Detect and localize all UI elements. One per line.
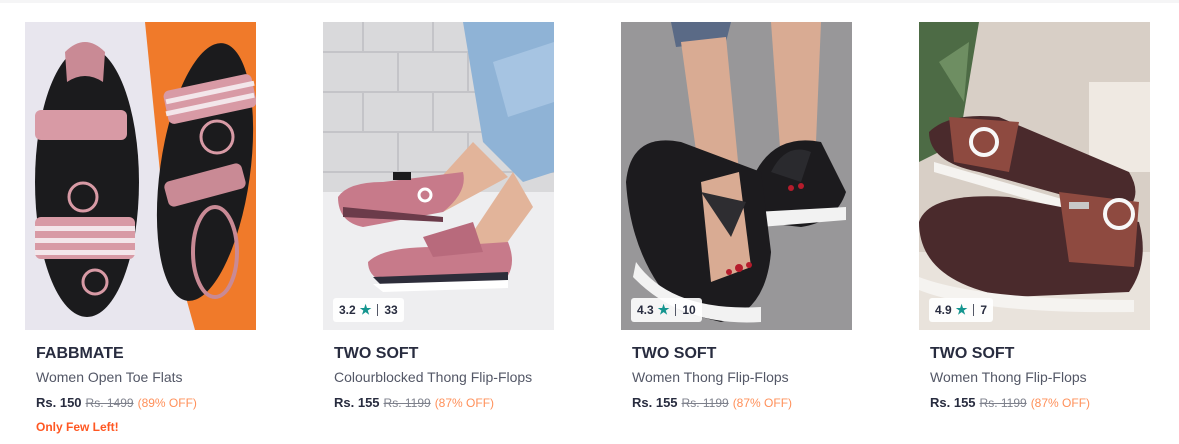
price-row: Rs. 155 Rs. 1199 (87% OFF) (632, 395, 847, 411)
product-image[interactable] (919, 22, 1150, 330)
flip-flop-image (323, 22, 554, 330)
product-price: Rs. 155 (632, 395, 678, 410)
stock-note: Only Few Left! (36, 420, 119, 434)
product-name: Women Thong Flip-Flops (632, 369, 789, 385)
flip-flop-image (919, 22, 1150, 330)
rating-value: 4.3 (637, 303, 654, 317)
sandal-image (25, 22, 256, 330)
product-discount: (87% OFF) (434, 396, 495, 410)
product-discount: (87% OFF) (1030, 396, 1091, 410)
product-brand: FABBMATE (36, 345, 124, 362)
rating-divider (973, 304, 975, 316)
product-card[interactable]: 3.2 ★ 33 TWO SOFT Colourblocked Thong Fl… (323, 22, 554, 444)
product-mrp: Rs. 1199 (383, 396, 431, 410)
product-mrp: Rs. 1199 (681, 396, 729, 410)
rating-value: 3.2 (339, 303, 356, 317)
rating-badge: 3.2 ★ 33 (333, 298, 404, 322)
top-divider (0, 0, 1179, 3)
rating-count: 10 (682, 303, 696, 317)
rating-divider (377, 304, 379, 316)
price-row: Rs. 155 Rs. 1199 (87% OFF) (334, 395, 549, 411)
rating-badge: 4.9 ★ 7 (929, 298, 994, 322)
product-brand: TWO SOFT (632, 345, 717, 362)
price-row: Rs. 155 Rs. 1199 (87% OFF) (930, 395, 1145, 411)
star-icon: ★ (359, 302, 372, 317)
product-mrp: Rs. 1199 (979, 396, 1027, 410)
product-price: Rs. 155 (334, 395, 380, 410)
star-icon: ★ (955, 302, 968, 317)
product-name: Women Open Toe Flats (36, 369, 183, 385)
product-mrp: Rs. 1499 (85, 396, 134, 410)
product-image[interactable] (323, 22, 554, 330)
product-brand: TWO SOFT (334, 345, 419, 362)
product-brand: TWO SOFT (930, 345, 1015, 362)
platform-flip-flop-image (621, 22, 852, 330)
product-card[interactable]: 4.3 ★ 10 TWO SOFT Women Thong Flip-Flops… (621, 22, 852, 444)
price-row: Rs. 150 Rs. 1499 (89% OFF) (36, 395, 251, 411)
product-grid: FABBMATE Women Open Toe Flats Rs. 150 Rs.… (25, 22, 1165, 444)
product-discount: (89% OFF) (137, 396, 197, 410)
product-card[interactable]: 4.9 ★ 7 TWO SOFT Women Thong Flip-Flops … (919, 22, 1150, 444)
product-info: TWO SOFT Women Thong Flip-Flops Rs. 155 R… (632, 344, 847, 411)
rating-count: 7 (980, 303, 988, 317)
product-image[interactable] (621, 22, 852, 330)
product-price: Rs. 155 (930, 395, 976, 410)
product-info: TWO SOFT Women Thong Flip-Flops Rs. 155 R… (930, 344, 1145, 411)
rating-count: 33 (384, 303, 398, 317)
product-info: FABBMATE Women Open Toe Flats Rs. 150 Rs.… (36, 344, 251, 434)
product-discount: (87% OFF) (732, 396, 793, 410)
product-name: Colourblocked Thong Flip-Flops (334, 369, 533, 385)
product-info: TWO SOFT Colourblocked Thong Flip-Flops … (334, 344, 549, 411)
product-card[interactable]: FABBMATE Women Open Toe Flats Rs. 150 Rs.… (25, 22, 256, 444)
star-icon: ★ (657, 302, 670, 317)
rating-badge: 4.3 ★ 10 (631, 298, 702, 322)
rating-divider (675, 304, 677, 316)
product-name: Women Thong Flip-Flops (930, 369, 1087, 385)
product-image[interactable] (25, 22, 256, 330)
product-price: Rs. 150 (36, 395, 82, 410)
rating-value: 4.9 (935, 303, 952, 317)
